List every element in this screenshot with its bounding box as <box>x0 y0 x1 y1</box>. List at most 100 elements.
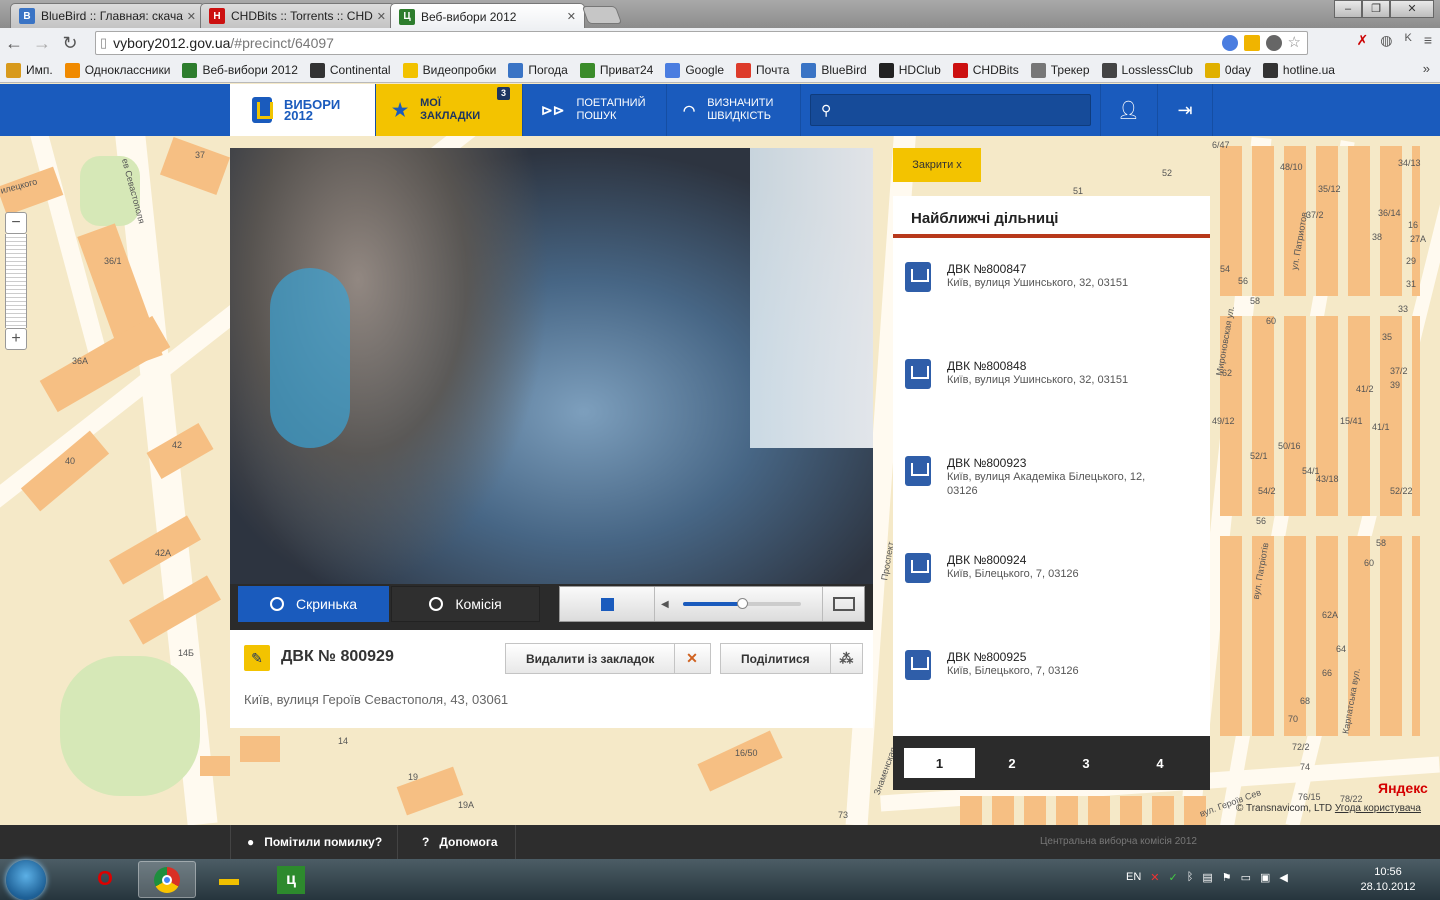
browser-tab[interactable]: H CHDBits :: Torrents :: CHD ✕ <box>200 3 395 28</box>
bookmark-label: Continental <box>329 63 391 77</box>
k-extension-icon[interactable]: K <box>1404 32 1411 49</box>
zoom-out-button[interactable]: − <box>5 212 27 234</box>
user-icon[interactable]: 👤︎ <box>1100 84 1156 136</box>
precinct-list-item[interactable]: ДВК №800848 Київ, вулиця Ушинського, 32,… <box>905 359 1200 389</box>
bookmarks-overflow-button[interactable]: » <box>1423 61 1430 76</box>
volume-slider[interactable] <box>683 598 801 609</box>
start-button[interactable] <box>6 860 46 900</box>
logout-icon[interactable]: ⇥ <box>1157 84 1213 136</box>
browser-tab-active[interactable]: Ц Веб-вибори 2012 ✕ <box>390 3 585 29</box>
bookmark-favicon-icon <box>1262 62 1278 78</box>
precinct-list-item[interactable]: ДВК №800847 Київ, вулиця Ушинського, 32,… <box>905 262 1200 292</box>
new-tab-button[interactable] <box>581 6 623 24</box>
terms-link[interactable]: Угода користувача <box>1335 803 1421 814</box>
page-button[interactable]: 2 <box>975 748 1049 778</box>
stop-button[interactable] <box>560 587 655 621</box>
share-button[interactable]: Поділитися ⁂ <box>720 643 863 674</box>
remove-bookmark-button[interactable]: Видалити із закладок ✕ <box>505 643 711 674</box>
forward-arrow-icon[interactable]: → <box>28 29 56 57</box>
volume-knob[interactable] <box>737 598 748 609</box>
precinct-list-item[interactable]: ДВК №800923 Київ, вулиця Академіка Білец… <box>905 456 1200 498</box>
reload-icon[interactable]: ↻ <box>56 29 84 57</box>
zoom-slider[interactable] <box>5 234 27 328</box>
extension-icon[interactable] <box>1243 35 1260 51</box>
opera-icon[interactable]: O <box>76 861 134 898</box>
zoom-in-button[interactable]: + <box>5 328 27 350</box>
device-icon[interactable]: ▭ <box>1241 871 1251 884</box>
network-icon[interactable]: ▤ <box>1202 871 1212 884</box>
bookmark-item[interactable]: Веб-вибори 2012 <box>182 62 298 78</box>
shield-icon[interactable]: ✓ <box>1169 871 1178 884</box>
close-window-button[interactable]: ✕ <box>1390 0 1434 18</box>
bookmark-item[interactable]: HDClub <box>878 62 941 78</box>
bookmark-item[interactable]: hotline.ua <box>1262 62 1335 78</box>
tab-close-icon[interactable]: ✕ <box>187 10 196 23</box>
bookmark-item[interactable]: CHDBits <box>952 62 1019 78</box>
bookmark-item[interactable]: Погода <box>508 62 568 78</box>
map-label: 50/16 <box>1278 441 1301 451</box>
chrome-icon[interactable] <box>138 861 196 898</box>
page-button[interactable]: 1 <box>904 748 975 778</box>
flag-icon[interactable]: ⚑ <box>1222 871 1232 884</box>
address-bar[interactable]: ▯ vybory2012.gov.ua /#precinct/64097 ☆ <box>95 31 1308 55</box>
adblock-icon[interactable]: ✗ <box>1357 32 1369 49</box>
help-link[interactable]: ? Допомога <box>398 825 516 859</box>
camera-tab-commission[interactable]: Комісія <box>391 586 540 622</box>
bookmark-item[interactable]: BlueBird <box>801 62 867 78</box>
language-indicator[interactable]: EN <box>1126 871 1141 884</box>
bookmark-item[interactable]: Одноклассники <box>64 62 170 78</box>
bookmark-item[interactable]: Почта <box>736 62 789 78</box>
page-button[interactable]: 4 <box>1123 748 1197 778</box>
speed-test-tab[interactable]: ◠ ВИЗНАЧИТИ ШВИДКІСТЬ <box>667 84 801 136</box>
map-label: 6/47 <box>1212 140 1230 150</box>
translate-icon[interactable] <box>1221 35 1238 51</box>
map-label: 54 <box>1220 264 1231 274</box>
bookmark-item[interactable]: Google <box>665 62 724 78</box>
monitor-icon[interactable]: ▣ <box>1260 871 1270 884</box>
site-logo[interactable]: ВИБОРИ 2012 <box>230 84 376 136</box>
ballot-box-icon <box>905 650 931 680</box>
bookmark-item[interactable]: Continental <box>309 62 391 78</box>
report-error-link[interactable]: ● Помітили помилку? <box>230 825 398 859</box>
maximize-button[interactable]: ❐ <box>1362 0 1390 18</box>
utorrent-icon[interactable]: ц <box>262 861 320 898</box>
bookmark-label: BlueBird <box>821 63 867 77</box>
precinct-list-item[interactable]: ДВК №800924 Київ, Білецького, 7, 03126 <box>905 553 1200 583</box>
explorer-folder-icon[interactable]: ▬ <box>200 861 258 898</box>
bookmark-item[interactable]: LosslessClub <box>1101 62 1193 78</box>
bookmark-item[interactable]: Трекер <box>1030 62 1090 78</box>
map-label: 34/13 <box>1398 158 1421 168</box>
video-stream[interactable] <box>230 148 873 630</box>
remove-bookmark-label: Видалити із закладок <box>526 651 655 666</box>
camera-tab-box[interactable]: Скринька <box>238 586 389 622</box>
precinct-list-item[interactable]: ДВК №800925 Київ, Білецького, 7, 03126 <box>905 650 1200 680</box>
browser-tab[interactable]: B BlueBird :: Главная: скачат ✕ <box>10 3 205 28</box>
clock[interactable]: 10:56 28.10.2012 <box>1356 865 1420 895</box>
back-arrow-icon[interactable]: ← <box>0 29 28 57</box>
fullscreen-button[interactable] <box>822 587 864 621</box>
bluetooth-icon[interactable]: ᛒ <box>1187 871 1194 884</box>
step-search-tab[interactable]: ⊳⊳ ПОЕТАПНИЙ ПОШУК <box>523 84 667 136</box>
ballot-box-icon: ✎ <box>244 645 270 671</box>
tab-close-icon[interactable]: ✕ <box>377 10 386 23</box>
speaker-icon[interactable]: ◀︎ <box>1279 871 1287 884</box>
menu-icon[interactable]: ≡ <box>1424 32 1432 49</box>
bookmark-item[interactable]: Приват24 <box>579 62 653 78</box>
minimize-button[interactable]: – <box>1334 0 1362 18</box>
bookmark-item[interactable]: Видеопробки <box>402 62 496 78</box>
star-bookmark-icon[interactable]: ☆ <box>1288 35 1301 51</box>
volume-icon[interactable]: ◀︎ <box>661 599 681 610</box>
page-button[interactable]: 3 <box>1049 748 1123 778</box>
bookmark-item[interactable]: Имп. <box>6 62 53 78</box>
bookmarks-count-badge: 3 <box>497 87 510 100</box>
tab-close-icon[interactable]: ✕ <box>567 10 576 23</box>
bulb-icon[interactable] <box>1265 35 1282 51</box>
step-search-line1: ПОЕТАПНИЙ <box>576 97 646 109</box>
bookmark-item[interactable]: 0day <box>1204 62 1251 78</box>
site-search-input[interactable]: ⚲ <box>810 94 1091 126</box>
my-bookmarks-tab[interactable]: ★ МОЇ ЗАКЛАДКИ 3 <box>376 84 523 136</box>
close-panel-button[interactable]: Закрити x <box>893 148 981 182</box>
globe-icon[interactable]: ◍ <box>1380 32 1392 49</box>
bookmark-favicon-icon <box>508 62 524 78</box>
antivirus-icon[interactable]: ✕ <box>1150 871 1159 884</box>
